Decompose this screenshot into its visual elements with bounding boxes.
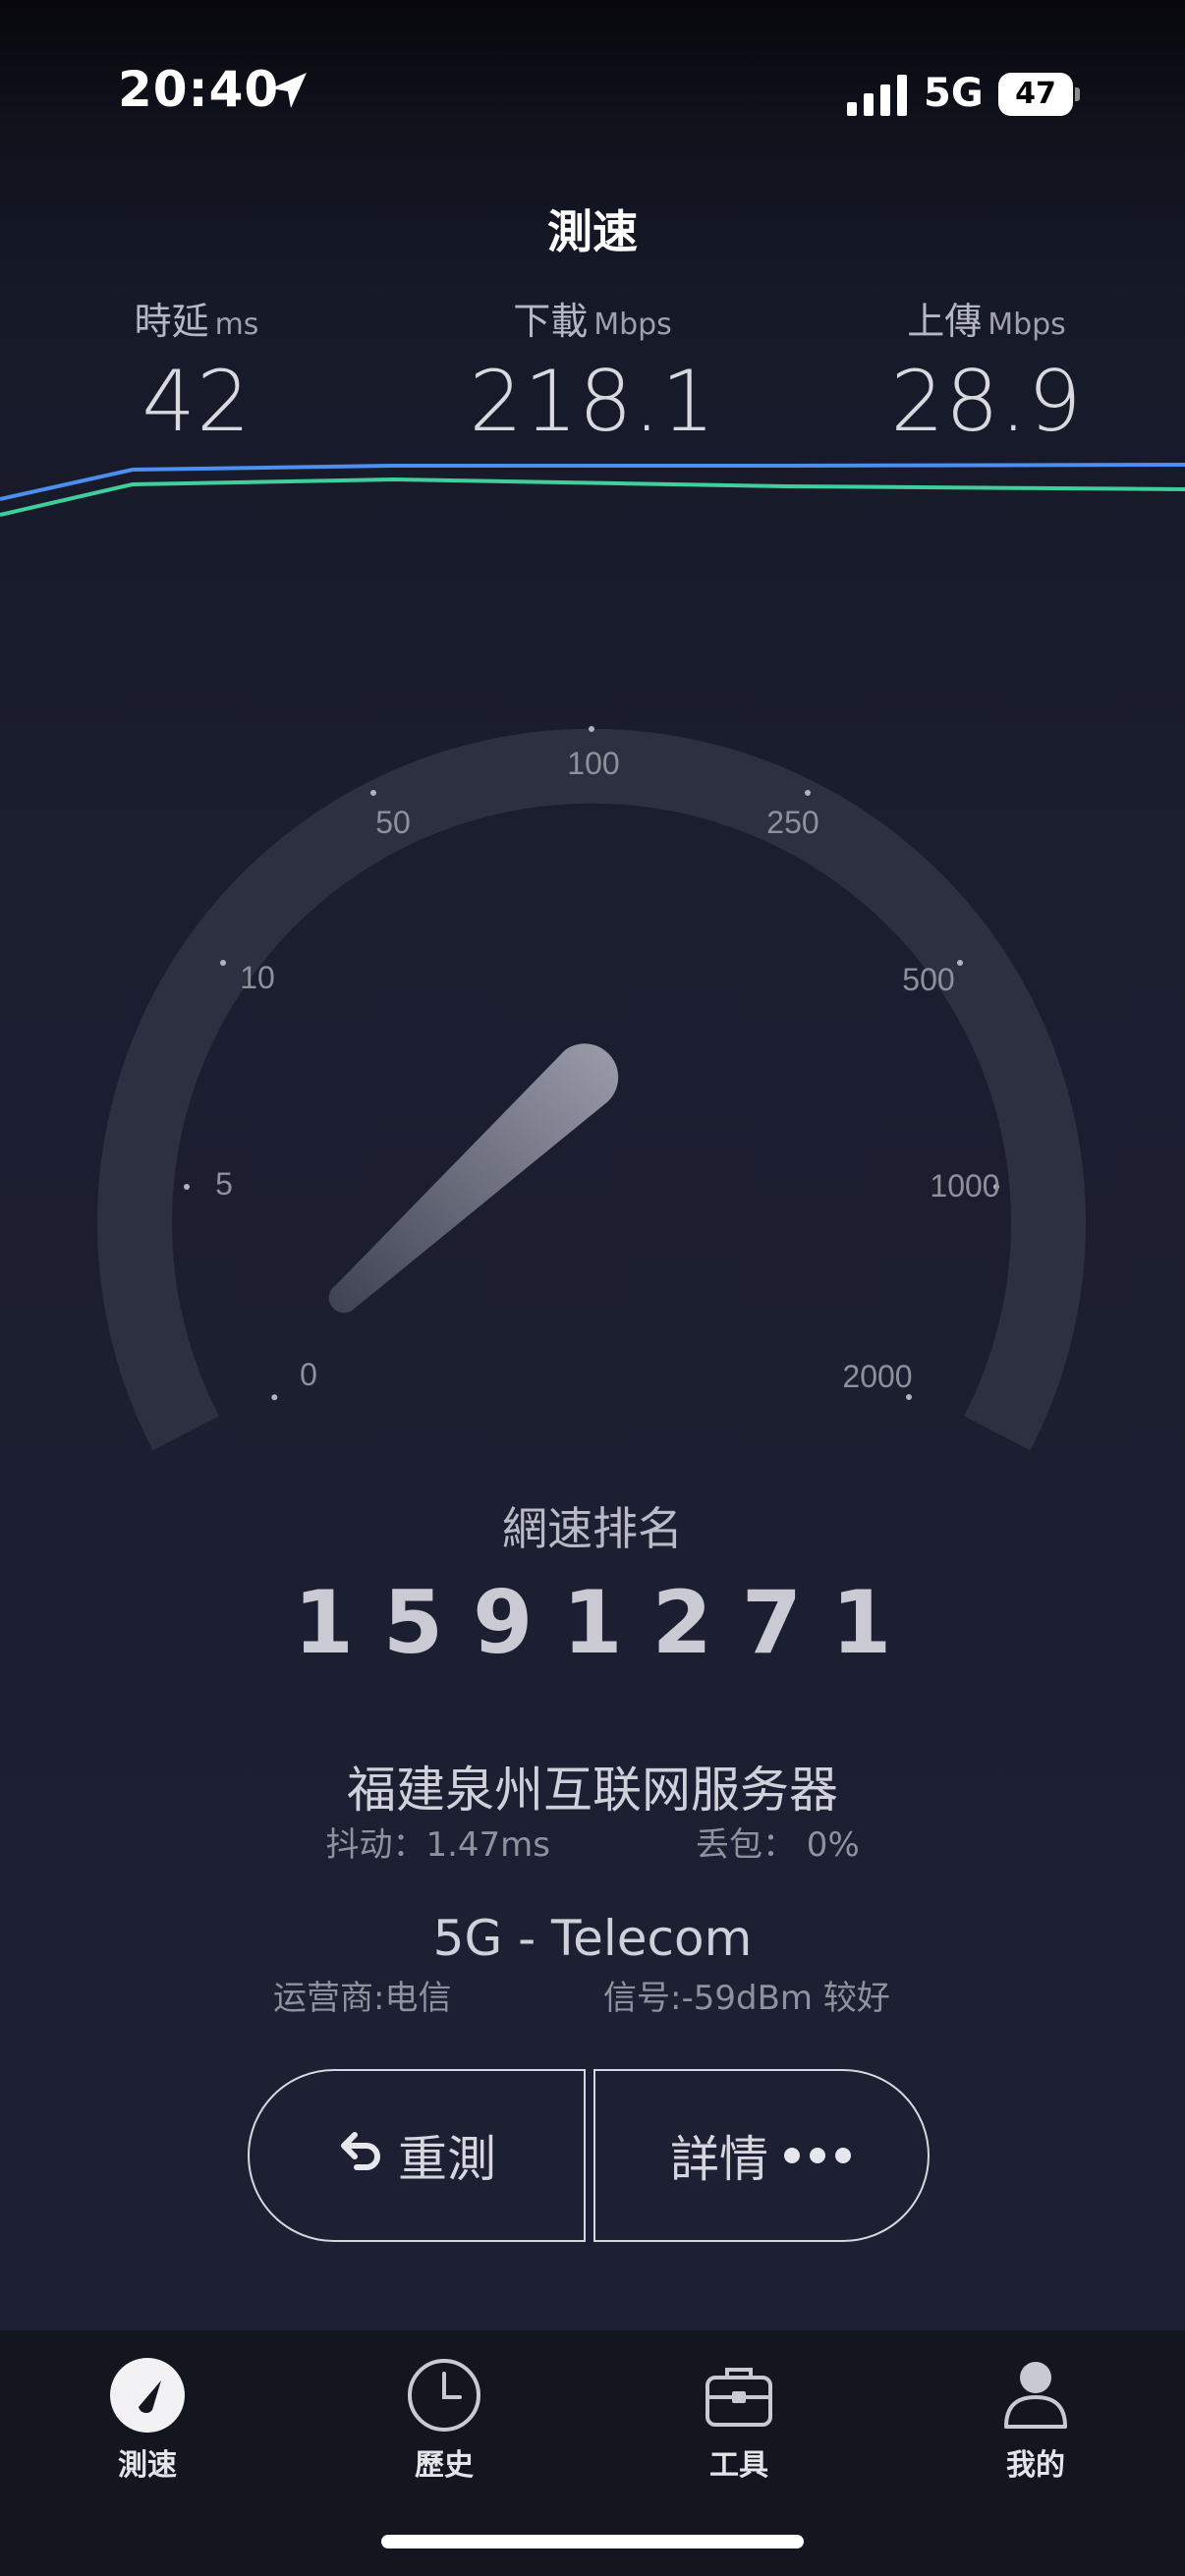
- network-name: 5G - Telecom: [432, 1910, 753, 1967]
- retest-button[interactable]: 重測: [248, 2069, 586, 2242]
- status-time: 20:40: [118, 61, 280, 118]
- retest-label: 重測: [398, 2131, 496, 2188]
- packet-loss-value: 丢包： 0%: [696, 1825, 860, 1865]
- latency-metric: 時延 ms 42: [29, 291, 364, 451]
- download-label-row: 下載 Mbps: [425, 291, 760, 345]
- tab-me-label: 我的: [1006, 2448, 1065, 2483]
- details-label: 詳情: [670, 2131, 768, 2188]
- gauge-tick-100: 100: [567, 746, 619, 781]
- download-label: 下載: [513, 300, 589, 343]
- signal-strength-info: 信号:-59dBm 较好: [603, 1979, 890, 2018]
- upload-label: 上傳: [907, 300, 983, 343]
- tab-tools-label: 工具: [709, 2448, 768, 2483]
- download-metric: 下載 Mbps 218.1: [425, 291, 760, 451]
- battery-icon: 47: [998, 73, 1080, 116]
- more-dots-icon: [784, 2148, 851, 2163]
- jitter-value: 抖动：1.47ms: [325, 1825, 550, 1865]
- network-type-indicator: 5G: [924, 71, 984, 116]
- person-icon: [1004, 2362, 1067, 2429]
- gauge-tick-50: 50: [375, 805, 411, 840]
- undo-arrow-icon: [341, 2132, 380, 2170]
- rank-value: 1591271: [293, 1572, 922, 1673]
- home-indicator[interactable]: [381, 2535, 804, 2548]
- cellular-signal-icon: [847, 75, 907, 116]
- battery-level: 47: [998, 73, 1073, 116]
- battery-cap: [1075, 87, 1080, 101]
- download-unit: Mbps: [593, 308, 672, 342]
- carrier-info: 运营商:电信: [273, 1979, 452, 2018]
- latency-label: 時延: [134, 300, 209, 343]
- gauge-tick-5: 5: [215, 1166, 233, 1202]
- gauge-tick-250: 250: [766, 805, 818, 840]
- throughput-graph: [0, 463, 1185, 517]
- upload-unit: Mbps: [988, 308, 1066, 342]
- speedometer-icon: [110, 2358, 185, 2433]
- tab-speed-test-label: 測速: [118, 2448, 177, 2483]
- tab-history-label: 歷史: [415, 2448, 474, 2483]
- page-title: 測速: [547, 205, 638, 258]
- server-name: 福建泉州互联网服务器: [347, 1762, 838, 1819]
- gauge-tick-1000: 1000: [930, 1168, 999, 1204]
- tab-me[interactable]: 我的: [937, 2356, 1134, 2503]
- speedometer-gauge: 0 5 10 50 100 250 500 1000 2000: [97, 726, 1086, 1451]
- details-button[interactable]: 詳情: [593, 2069, 930, 2242]
- tab-tools[interactable]: 工具: [641, 2356, 837, 2503]
- latency-label-row: 時延 ms: [29, 291, 364, 345]
- upload-label-row: 上傳 Mbps: [819, 291, 1154, 345]
- gauge-tick-10: 10: [240, 960, 275, 995]
- location-arrow-icon: [271, 73, 307, 108]
- upload-graph-line: [0, 476, 1185, 517]
- tab-history[interactable]: 歷史: [346, 2356, 542, 2503]
- latency-unit: ms: [214, 308, 259, 342]
- rank-label: 網速排名: [502, 1502, 683, 1555]
- gauge-tick-2000: 2000: [842, 1359, 912, 1394]
- gauge-tick-500: 500: [902, 962, 954, 997]
- tab-speed-test[interactable]: 測速: [49, 2356, 246, 2503]
- upload-metric: 上傳 Mbps 28.9: [819, 291, 1154, 451]
- toolbox-icon: [705, 2368, 772, 2427]
- gauge-needle: [328, 1043, 619, 1314]
- gauge-tick-0: 0: [300, 1357, 317, 1392]
- clock-icon: [408, 2359, 480, 2432]
- status-bar: 20:40 5G 47: [0, 0, 1185, 196]
